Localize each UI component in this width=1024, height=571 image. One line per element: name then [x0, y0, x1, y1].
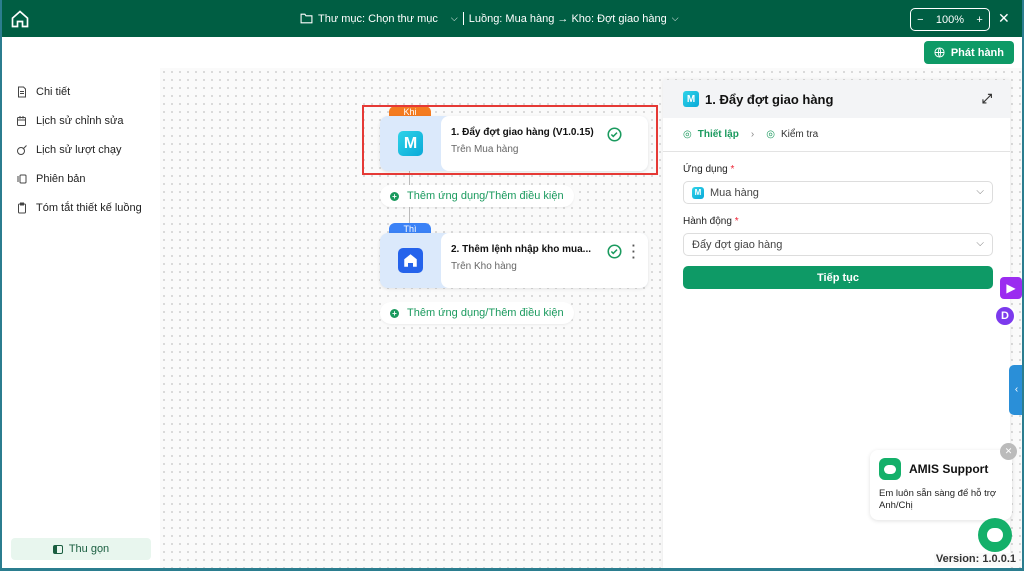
chevron-down-icon: ⌵	[976, 186, 984, 197]
run-icon	[17, 144, 27, 155]
sub-toolbar: Phát hành	[2, 37, 1022, 68]
support-popup: AMIS Support Em luôn sẵn sàng để hỗ trợ …	[870, 450, 1012, 520]
zoom-control: − 100% +	[910, 8, 990, 31]
publish-button[interactable]: Phát hành	[923, 41, 1014, 64]
chevron-down-icon[interactable]: ⌵	[672, 13, 679, 24]
plus-icon: +	[390, 191, 399, 201]
continue-button[interactable]: Tiếp tục	[683, 266, 993, 289]
sidebar-item-label: Lịch sử chỉnh sửa	[36, 114, 124, 127]
plus-icon: +	[390, 308, 399, 318]
chatbot-icon	[879, 458, 901, 480]
app-field-label: Ứng dụng *	[683, 164, 735, 175]
sidebar-item-label: Lịch sử lượt chạy	[36, 143, 122, 156]
expand-icon[interactable]: ⤢	[982, 91, 992, 107]
sidebar-item-run-history[interactable]: Lịch sử lượt chạy	[2, 135, 160, 164]
add-step-button[interactable]: + Thêm ứng dụng/Thêm điều kiện	[380, 185, 574, 207]
app-select[interactable]: M Mua hàng ⌵	[683, 181, 993, 204]
tab-test[interactable]: Kiểm tra	[781, 129, 818, 140]
folder-icon	[300, 13, 313, 24]
chatbot-icon	[987, 528, 1003, 542]
chevron-down-icon: ⌵	[976, 238, 984, 249]
action-select[interactable]: Đẩy đợt giao hàng ⌵	[683, 233, 993, 256]
action-field-label: Hành động *	[683, 216, 739, 227]
check-circle-icon: ◎	[766, 129, 775, 140]
chevron-down-icon[interactable]: ⌵	[451, 13, 458, 24]
sidebar-item-label: Phiên bản	[36, 172, 86, 185]
breadcrumb-divider	[462, 12, 464, 25]
folder-selector[interactable]: Thư mục: Chọn thư mục	[318, 13, 438, 25]
panel-header: M 1. Đẩy đợt giao hàng ⤢	[663, 80, 1010, 118]
tab-setup[interactable]: Thiết lập	[698, 129, 739, 140]
more-options-icon[interactable]: · · ·	[632, 239, 636, 264]
version-icon	[17, 174, 27, 183]
publish-label: Phát hành	[950, 46, 1004, 59]
chat-launcher-button[interactable]	[978, 518, 1012, 552]
sidebar-item-label: Chi tiết	[36, 85, 71, 98]
check-circle-icon	[607, 244, 622, 259]
zoom-level: 100%	[935, 13, 965, 26]
collapse-icon	[52, 544, 63, 554]
calendar-icon	[17, 115, 26, 126]
sidebar-item-versions[interactable]: Phiên bản	[2, 164, 160, 193]
panel-title: 1. Đẩy đợt giao hàng	[705, 91, 834, 107]
close-button[interactable]: ✕	[998, 10, 1010, 27]
add-step-label: Thêm ứng dụng/Thêm điều kiện	[407, 307, 564, 319]
flow-node-action[interactable]: 2. Thêm lệnh nhập kho mua... Trên Kho hàn…	[380, 233, 648, 288]
support-title: AMIS Support	[909, 462, 989, 476]
zoom-out-button[interactable]: −	[917, 14, 923, 26]
video-widget-button[interactable]: ▶	[1000, 277, 1022, 299]
home-icon[interactable]	[10, 9, 30, 29]
sidebar-item-details[interactable]: Chi tiết	[2, 77, 160, 106]
warehouse-app-icon	[398, 248, 423, 273]
sidebar-item-summary[interactable]: Tóm tắt thiết kế luồng	[2, 193, 160, 222]
collapse-label: Thu gọn	[68, 543, 110, 555]
zoom-in-button[interactable]: +	[976, 14, 982, 26]
clipboard-icon	[18, 202, 26, 213]
collapse-button[interactable]: Thu gọn	[11, 538, 151, 560]
app-select-value: Mua hàng	[710, 186, 759, 199]
side-drawer-tab[interactable]: ‹	[1009, 365, 1022, 415]
add-step-button[interactable]: + Thêm ứng dụng/Thêm điều kiện	[380, 302, 574, 324]
document-icon	[18, 86, 26, 97]
support-message: Em luôn sẵn sàng để hỗ trợ Anh/Chị	[879, 488, 997, 511]
sidebar: Chi tiết Lịch sử chỉnh sửa Lịch sử lượt …	[2, 68, 160, 568]
sidebar-item-edit-history[interactable]: Lịch sử chỉnh sửa	[2, 106, 160, 135]
breadcrumb: Thư mục: Chọn thư mục ⌵ Luồng: Mua hàng …	[300, 12, 679, 25]
selection-highlight	[362, 105, 658, 175]
check-circle-icon: ◎	[683, 129, 692, 140]
purchase-app-icon: M	[692, 186, 704, 199]
sidebar-item-label: Tóm tắt thiết kế luồng	[36, 201, 142, 214]
action-select-value: Đẩy đợt giao hàng	[692, 238, 783, 251]
globe-icon	[934, 47, 945, 58]
support-close-button[interactable]: ✕	[1000, 443, 1017, 460]
chevron-right-icon: ›	[750, 129, 755, 140]
d-widget-button[interactable]: D	[994, 305, 1016, 327]
add-step-label: Thêm ứng dụng/Thêm điều kiện	[407, 190, 564, 202]
purchase-app-icon: M	[683, 91, 699, 107]
version-label: Version: 1.0.0.1	[933, 553, 1018, 566]
top-bar: Thư mục: Chọn thư mục ⌵ Luồng: Mua hàng …	[2, 0, 1022, 37]
step-tabs: ◎ Thiết lập › ◎ Kiểm tra	[663, 118, 1010, 152]
node-subtitle: Trên Kho hàng	[451, 261, 517, 272]
flow-selector[interactable]: Luồng: Mua hàng → Kho: Đợt giao hàng	[469, 13, 667, 25]
app-window: Thư mục: Chọn thư mục ⌵ Luồng: Mua hàng …	[2, 0, 1022, 568]
